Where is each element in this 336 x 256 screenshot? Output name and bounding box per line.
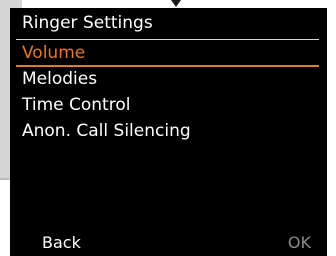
menu-item-volume[interactable]: Volume (10, 40, 327, 67)
pointer-arrow-icon (171, 0, 181, 7)
back-softkey[interactable]: Back (42, 232, 81, 254)
phone-display: Ringer Settings Volume Melodies Time Con… (10, 8, 327, 256)
ok-softkey[interactable]: OK (288, 232, 311, 254)
menu-item-melodies[interactable]: Melodies (10, 66, 327, 92)
menu-item-anon-call-silencing[interactable]: Anon. Call Silencing (10, 118, 327, 144)
menu-item-time-control[interactable]: Time Control (10, 92, 327, 118)
softkey-bar: Back OK (10, 230, 327, 256)
settings-menu: Volume Melodies Time Control Anon. Call … (10, 40, 327, 144)
page-title: Ringer Settings (22, 13, 153, 33)
